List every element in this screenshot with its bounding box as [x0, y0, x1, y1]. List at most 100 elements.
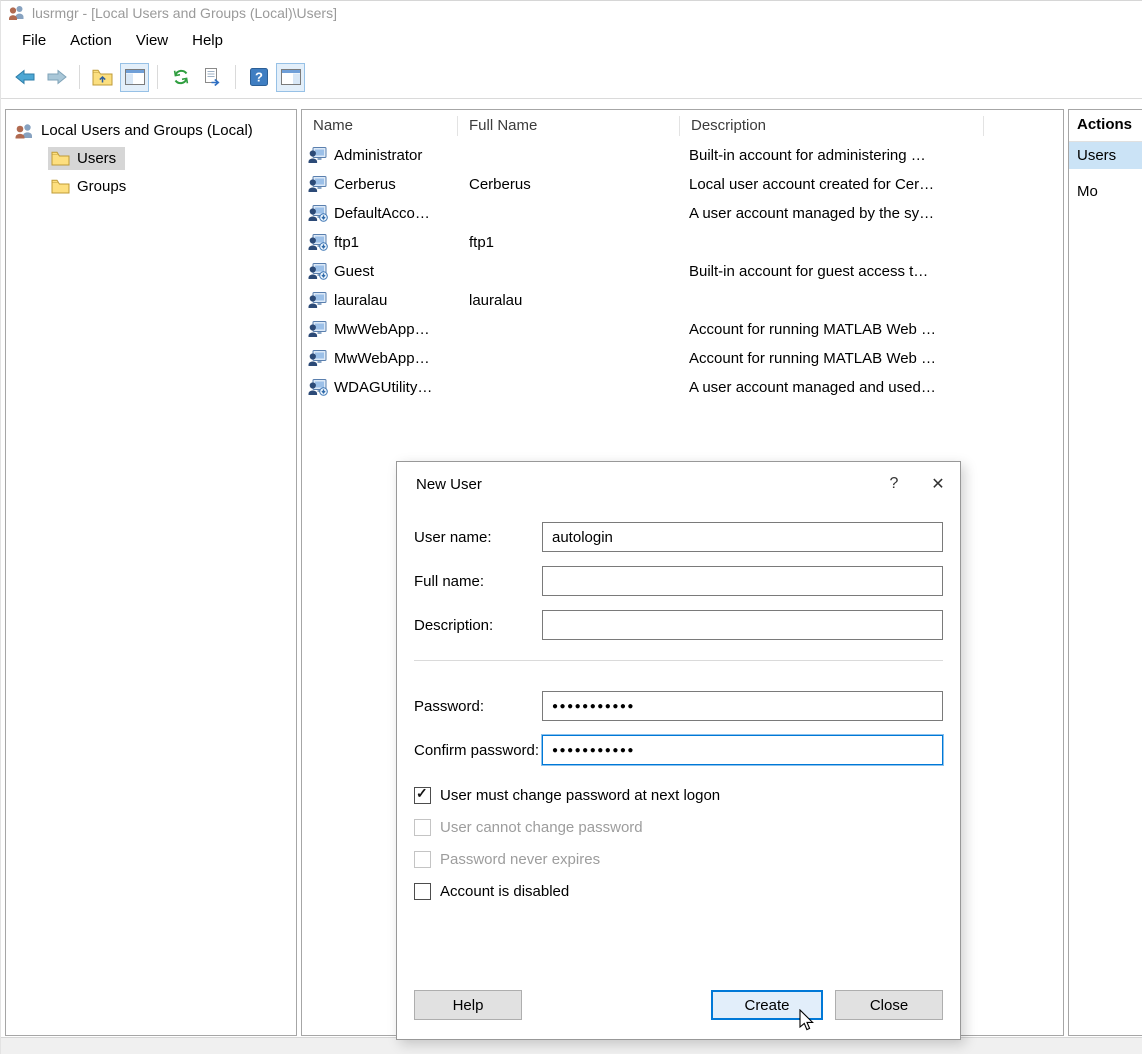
user-icon: [308, 350, 328, 367]
dialog-help-icon[interactable]: ?: [872, 469, 916, 499]
table-row[interactable]: lauralau lauralau: [302, 286, 1063, 315]
column-header-name[interactable]: Name: [302, 116, 458, 136]
toolbar-separator: [79, 65, 80, 89]
user-description: Built-in account for guest access t…: [680, 263, 1063, 280]
checkbox-user-must-change-password[interactable]: User must change password at next logon: [414, 787, 943, 804]
disabled-badge-icon: [320, 272, 328, 280]
checkbox-password-never-expires: Password never expires: [414, 851, 943, 868]
mouse-cursor: [796, 1009, 816, 1033]
title-bar: lusrmgr - [Local Users and Groups (Local…: [1, 1, 1142, 24]
password-input[interactable]: [542, 691, 943, 721]
user-name: MwWebApp…: [334, 350, 430, 367]
tree-root-local-users-and-groups[interactable]: Local Users and Groups (Local): [6, 117, 296, 144]
user-icon: [308, 379, 328, 396]
menu-bar: File Action View Help: [1, 24, 1142, 56]
user-name: DefaultAcco…: [334, 205, 430, 222]
show-action-pane-icon[interactable]: [276, 63, 305, 92]
column-header-full-name[interactable]: Full Name: [458, 116, 680, 136]
user-name: ftp1: [334, 234, 359, 251]
checkbox-user-cannot-change-password: User cannot change password: [414, 819, 943, 836]
user-description: Account for running MATLAB Web …: [680, 321, 1063, 338]
dialog-close-icon[interactable]: ✕: [916, 469, 960, 499]
table-row[interactable]: MwWebApp… Account for running MATLAB Web…: [302, 344, 1063, 373]
menu-file[interactable]: File: [10, 27, 58, 54]
dialog-button-row: Help Create Close: [414, 990, 943, 1020]
user-name: lauralau: [334, 292, 387, 309]
app-icon: [8, 5, 25, 20]
show-console-tree-icon[interactable]: [120, 63, 149, 92]
column-header-empty: [984, 116, 1063, 136]
app-window: lusrmgr - [Local Users and Groups (Local…: [0, 0, 1142, 1054]
console-tree-panel: Local Users and Groups (Local) Users Gro…: [5, 109, 297, 1036]
svg-text:?: ?: [255, 70, 263, 85]
disabled-badge-icon: [320, 243, 328, 251]
user-full-name: lauralau: [458, 292, 680, 309]
user-icon: [308, 321, 328, 338]
user-icon: [308, 205, 328, 222]
dialog-body: User name: Full name: Description: Passw…: [397, 506, 960, 1040]
menu-help[interactable]: Help: [180, 27, 235, 54]
checkbox-label: User cannot change password: [440, 819, 643, 836]
user-name-label: User name:: [414, 529, 542, 546]
disabled-badge-icon: [320, 214, 328, 222]
table-row[interactable]: WDAGUtility… A user account managed and …: [302, 373, 1063, 402]
table-row[interactable]: MwWebApp… Account for running MATLAB Web…: [302, 315, 1063, 344]
user-name: Cerberus: [334, 176, 396, 193]
help-button[interactable]: Help: [414, 990, 522, 1020]
checkbox-box[interactable]: [414, 883, 431, 900]
user-description: Account for running MATLAB Web …: [680, 350, 1063, 367]
checkbox-label: User must change password at next logon: [440, 787, 720, 804]
actions-pane: Actions Users Mo: [1068, 109, 1142, 1036]
up-folder-icon[interactable]: [88, 63, 117, 92]
folder-icon: [51, 151, 70, 166]
toolbar-separator: [235, 65, 236, 89]
description-label: Description:: [414, 617, 542, 634]
checkbox-box[interactable]: [414, 787, 431, 804]
list-header: Name Full Name Description: [302, 110, 1063, 141]
user-name-input[interactable]: [542, 522, 943, 552]
export-list-icon[interactable]: [198, 63, 227, 92]
user-icon: [308, 263, 328, 280]
toolbar-separator: [157, 65, 158, 89]
user-icon: [308, 292, 328, 309]
user-name: Administrator: [334, 147, 422, 164]
help-icon[interactable]: ?: [244, 63, 273, 92]
dialog-title-bar: New User ? ✕: [397, 462, 960, 506]
tree-root-label: Local Users and Groups (Local): [41, 122, 253, 139]
checkbox-label: Account is disabled: [440, 883, 569, 900]
refresh-icon[interactable]: [166, 63, 195, 92]
actions-item-users[interactable]: Users: [1069, 142, 1142, 169]
table-row[interactable]: DefaultAcco… A user account managed by t…: [302, 199, 1063, 228]
table-row[interactable]: Guest Built-in account for guest access …: [302, 257, 1063, 286]
table-row[interactable]: Cerberus Cerberus Local user account cre…: [302, 170, 1063, 199]
tree-item-users[interactable]: Users: [6, 144, 296, 172]
disabled-badge-icon: [320, 388, 328, 396]
folder-icon: [51, 179, 70, 194]
table-row[interactable]: Administrator Built-in account for admin…: [302, 141, 1063, 170]
back-icon[interactable]: [10, 63, 39, 92]
confirm-password-label: Confirm password:: [414, 742, 542, 759]
confirm-password-input[interactable]: [542, 735, 943, 765]
table-row[interactable]: ftp1 ftp1: [302, 228, 1063, 257]
checkbox-account-is-disabled[interactable]: Account is disabled: [414, 883, 943, 900]
full-name-label: Full name:: [414, 573, 542, 590]
tree-item-groups-label: Groups: [77, 178, 126, 195]
column-header-description[interactable]: Description: [680, 116, 984, 136]
checkbox-box: [414, 819, 431, 836]
window-title: lusrmgr - [Local Users and Groups (Local…: [32, 5, 337, 21]
menu-action[interactable]: Action: [58, 27, 124, 54]
user-description: A user account managed by the sy…: [680, 205, 1063, 222]
dialog-separator: [414, 660, 943, 661]
close-button[interactable]: Close: [835, 990, 943, 1020]
user-description: A user account managed and used…: [680, 379, 1063, 396]
full-name-input[interactable]: [542, 566, 943, 596]
tree-item-groups[interactable]: Groups: [6, 172, 296, 200]
user-name: Guest: [334, 263, 374, 280]
checkbox-box: [414, 851, 431, 868]
description-input[interactable]: [542, 610, 943, 640]
forward-icon[interactable]: [42, 63, 71, 92]
actions-item-more[interactable]: Mo: [1069, 178, 1142, 205]
menu-view[interactable]: View: [124, 27, 180, 54]
dialog-title: New User: [416, 476, 872, 493]
actions-pane-title: Actions: [1069, 110, 1142, 142]
